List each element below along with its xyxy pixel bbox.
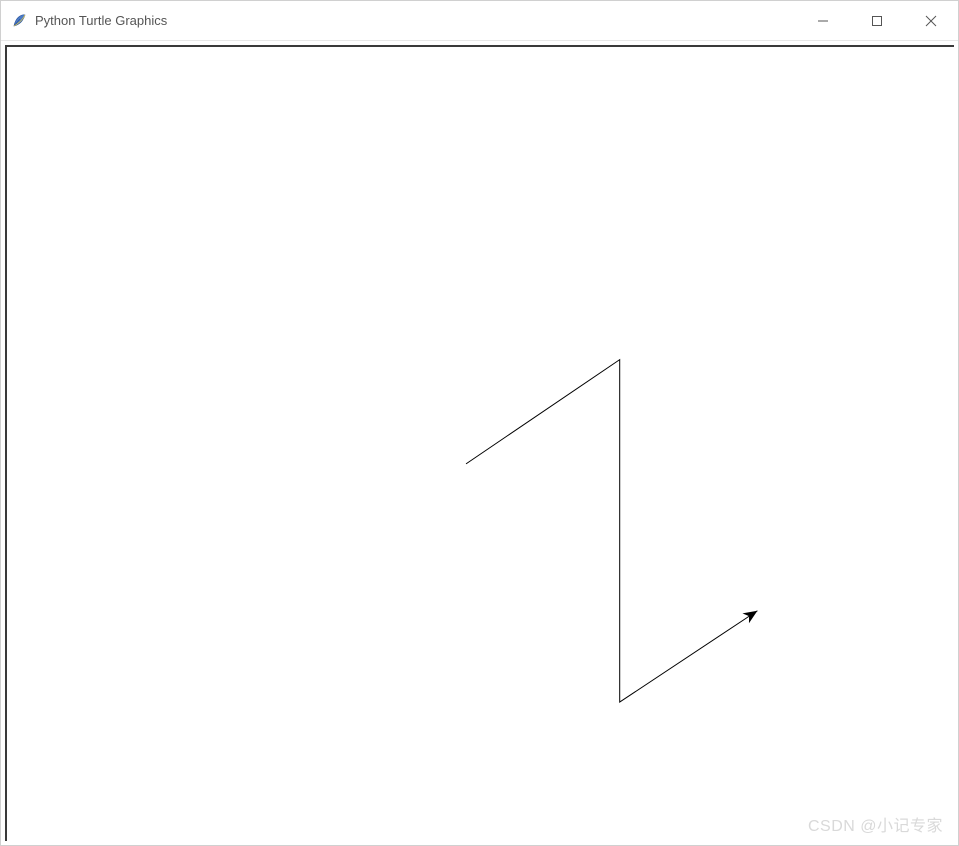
turtle-canvas <box>7 47 954 841</box>
window-title: Python Turtle Graphics <box>35 13 167 28</box>
maximize-button[interactable] <box>850 1 904 40</box>
minimize-icon <box>817 15 829 27</box>
maximize-icon <box>871 15 883 27</box>
canvas-border <box>5 45 954 841</box>
turtle-cursor <box>742 606 760 624</box>
client-area <box>1 41 958 845</box>
feather-icon <box>11 13 27 29</box>
turtle-path <box>466 360 757 702</box>
close-icon <box>925 15 937 27</box>
minimize-button[interactable] <box>796 1 850 40</box>
window-controls <box>796 1 958 40</box>
titlebar[interactable]: Python Turtle Graphics <box>1 1 958 41</box>
app-window: Python Turtle Graphics <box>0 0 959 846</box>
titlebar-left: Python Turtle Graphics <box>1 13 796 29</box>
close-button[interactable] <box>904 1 958 40</box>
